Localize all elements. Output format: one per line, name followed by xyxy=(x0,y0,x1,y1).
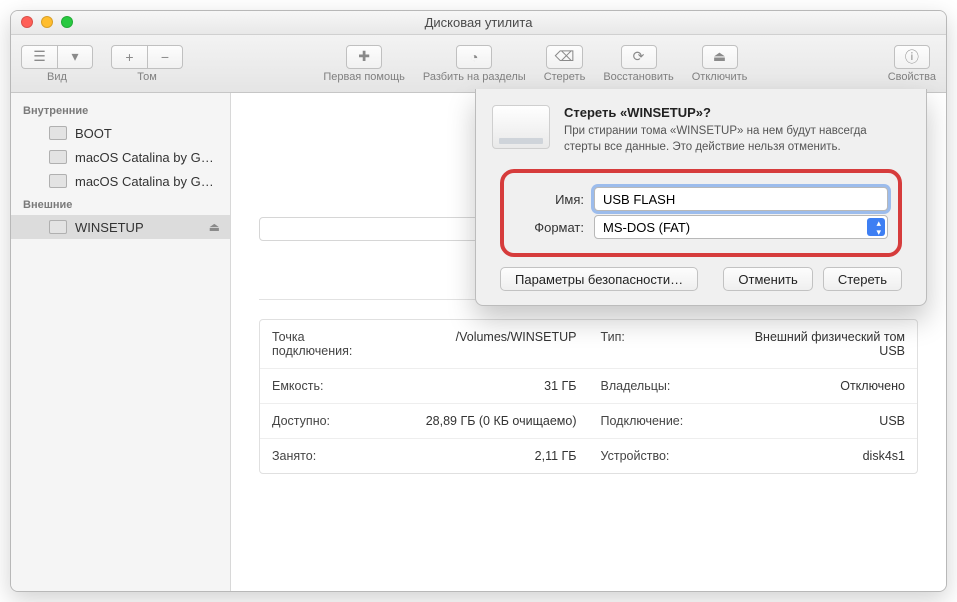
erase-confirm-button[interactable]: Стереть xyxy=(823,267,902,291)
unmount-button[interactable]: ⏏ xyxy=(702,45,738,69)
info-cap-value: 31 ГБ xyxy=(390,369,589,403)
format-select-value: MS-DOS (FAT) xyxy=(603,220,690,235)
view-menu-button[interactable]: ▾ xyxy=(57,45,93,69)
toolbar-label-unmount: Отключить xyxy=(692,71,748,83)
cancel-button[interactable]: Отменить xyxy=(723,267,812,291)
toolbar-label-firstaid: Первая помощь xyxy=(323,71,405,83)
info-avail-label: Доступно: xyxy=(260,404,390,438)
info-dev-label: Устройство: xyxy=(589,439,719,473)
window-controls xyxy=(21,16,73,28)
toolbar-label-erase: Стереть xyxy=(544,71,586,83)
sidebar-item-winsetup[interactable]: WINSETUP ⏏ xyxy=(11,215,230,239)
eject-icon[interactable]: ⏏ xyxy=(209,220,220,234)
volume-icon xyxy=(49,126,67,140)
toolbar-label-volume: Том xyxy=(137,71,157,83)
sidebar-item-catalina-2[interactable]: macOS Catalina by Ge… xyxy=(11,169,230,193)
info-mount-label: Точка подключения: xyxy=(260,320,390,368)
chevron-updown-icon: ▴▾ xyxy=(876,219,881,237)
info-used-label: Занято: xyxy=(260,439,390,473)
volume-icon xyxy=(49,220,67,234)
info-conn-label: Подключение: xyxy=(589,404,719,438)
erase-button[interactable]: ⌫ xyxy=(546,45,584,69)
format-label: Формат: xyxy=(514,220,584,235)
info-avail-value: 28,89 ГБ (0 КБ очищаемо) xyxy=(390,404,589,438)
info-type-label: Тип: xyxy=(589,320,719,368)
erase-sheet: Стереть «WINSETUP»? При стирании тома «W… xyxy=(475,89,927,306)
volume-add-button[interactable]: + xyxy=(111,45,147,69)
first-aid-button[interactable]: ✚ xyxy=(346,45,382,69)
security-options-button[interactable]: Параметры безопасности… xyxy=(500,267,698,291)
sidebar-heading-external: Внешние xyxy=(11,193,230,215)
info-table: Точка подключения: /Volumes/WINSETUP Тип… xyxy=(259,319,918,474)
titlebar: Дисковая утилита xyxy=(11,11,946,35)
disk-utility-window: Дисковая утилита ☰ ▾ Вид + − Том ✚ Перва… xyxy=(10,10,947,592)
info-cap-label: Емкость: xyxy=(260,369,390,403)
name-label: Имя: xyxy=(514,192,584,207)
info-button[interactable]: ⓘ xyxy=(894,45,930,69)
sheet-description: При стирании тома «WINSETUP» на нем буду… xyxy=(564,124,894,155)
info-mount-value: /Volumes/WINSETUP xyxy=(390,320,589,368)
toolbar-label-info: Свойства xyxy=(888,71,936,83)
info-conn-value: USB xyxy=(719,404,918,438)
content-pane: 31 ГБ Точка подключения: /Volumes/WINSET… xyxy=(231,93,946,591)
highlighted-form: Имя: Формат: MS-DOS (FAT) ▴▾ xyxy=(500,169,902,257)
sidebar-heading-internal: Внутренние xyxy=(11,99,230,121)
partition-button[interactable]: ◔ xyxy=(456,45,492,69)
toolbar-label-restore: Восстановить xyxy=(603,71,673,83)
sidebar-item-boot[interactable]: BOOT xyxy=(11,121,230,145)
sidebar-item-catalina-1[interactable]: macOS Catalina by Ge… xyxy=(11,145,230,169)
info-dev-value: disk4s1 xyxy=(719,439,918,473)
close-icon[interactable] xyxy=(21,16,33,28)
minimize-icon[interactable] xyxy=(41,16,53,28)
sheet-title: Стереть «WINSETUP»? xyxy=(564,105,894,120)
sidebar: Внутренние BOOT macOS Catalina by Ge… ma… xyxy=(11,93,231,591)
disk-icon xyxy=(492,105,550,149)
info-type-value: Внешний физический том USB xyxy=(719,320,918,368)
info-used-value: 2,11 ГБ xyxy=(390,439,589,473)
name-input[interactable] xyxy=(594,187,888,211)
zoom-icon[interactable] xyxy=(61,16,73,28)
volume-remove-button[interactable]: − xyxy=(147,45,183,69)
volume-icon xyxy=(49,150,67,164)
restore-button[interactable]: ⟳ xyxy=(621,45,657,69)
format-select[interactable]: MS-DOS (FAT) ▴▾ xyxy=(594,215,888,239)
toolbar-label-view: Вид xyxy=(47,71,67,83)
sidebar-toggle-button[interactable]: ☰ xyxy=(21,45,57,69)
toolbar-label-partition: Разбить на разделы xyxy=(423,71,526,83)
window-title: Дисковая утилита xyxy=(425,15,533,30)
toolbar: ☰ ▾ Вид + − Том ✚ Первая помощь ◔ Разбит… xyxy=(11,35,946,93)
info-own-label: Владельцы: xyxy=(589,369,719,403)
info-own-value: Отключено xyxy=(719,369,918,403)
volume-icon xyxy=(49,174,67,188)
